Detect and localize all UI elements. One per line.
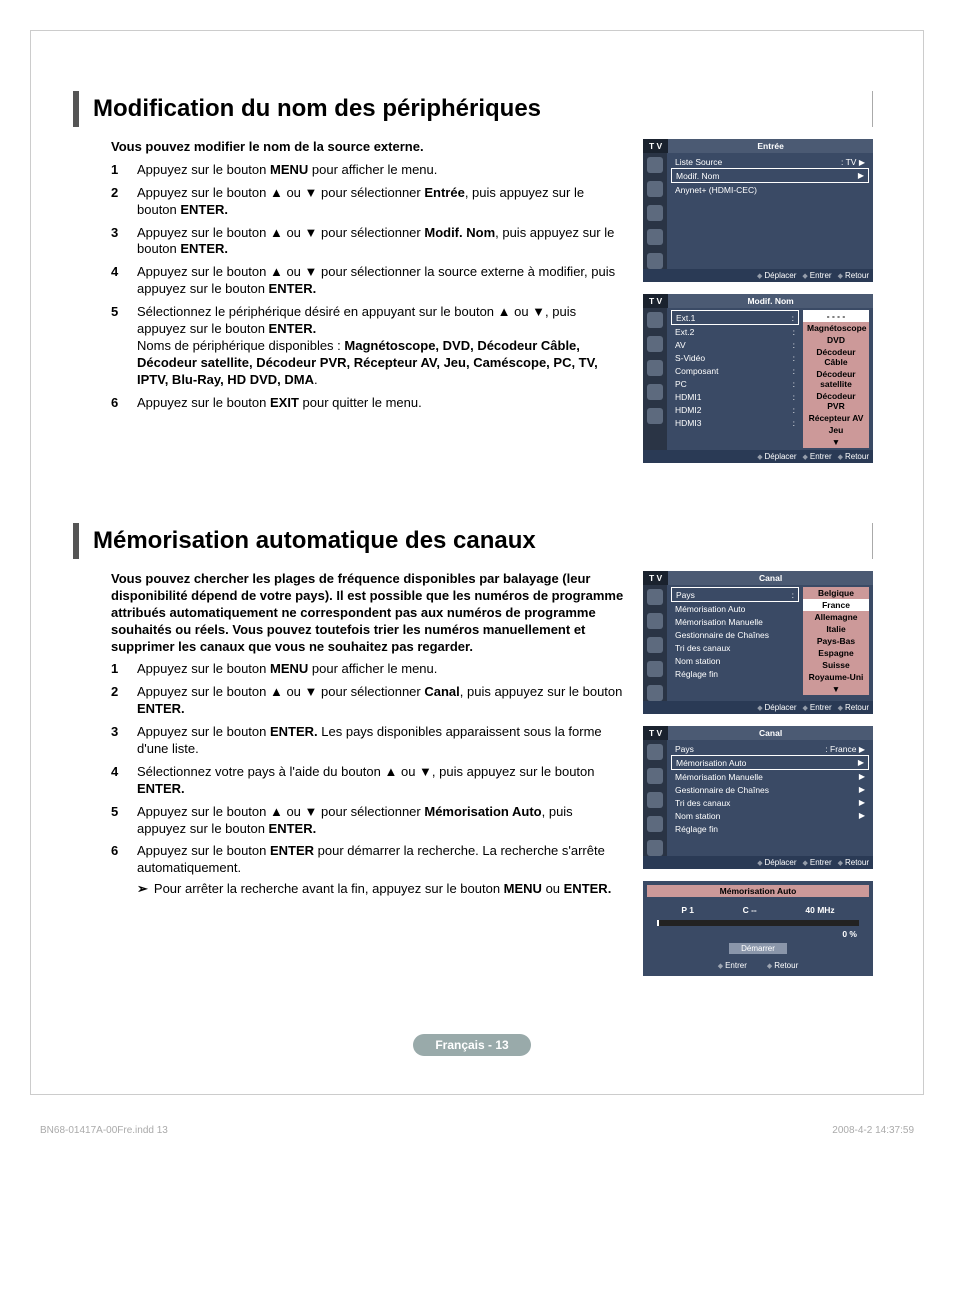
footer-enter: Entrer — [802, 271, 831, 280]
page-badge: Français - 13 — [71, 1036, 873, 1054]
text-column: Vous pouvez modifier le nom de la source… — [71, 139, 625, 463]
section-device-name: Modification du nom des périphériques Vo… — [71, 91, 873, 463]
note-arrow: ➢Pour arrêter la recherche avant la fin,… — [137, 881, 625, 898]
intro: Vous pouvez modifier le nom de la source… — [111, 139, 625, 156]
footer-move: Déplacer — [757, 271, 796, 280]
progress-bar — [657, 920, 859, 926]
footer-return: Retour — [838, 271, 869, 280]
section-auto-memorize: Mémorisation automatique des canaux Vous… — [71, 523, 873, 976]
osd-entree: T VEntrée Liste Source: TV ▶ Modif. Nom▶… — [643, 139, 873, 282]
osd-auto-memorize: Mémorisation Auto P 1C --40 MHz 0 % Déma… — [643, 881, 873, 976]
tv-icon — [647, 157, 663, 173]
osd-modif-nom: T VModif. Nom Ext.1: Ext.2: AV: S-Vidéo:… — [643, 294, 873, 463]
osd-canal-menu: T VCanal Pays: France ▶ Mémorisation Aut… — [643, 726, 873, 869]
osd-canal-countries: T VCanal Pays: Mémorisation Auto Mémoris… — [643, 571, 873, 714]
steps-list: 1Appuyez sur le bouton MENU pour affiche… — [111, 661, 625, 898]
print-footer: BN68-01417A-00Fre.indd 13 2008-4-2 14:37… — [40, 1125, 914, 1136]
intro: Vous pouvez chercher les plages de fréqu… — [111, 571, 625, 655]
steps-list: 1Appuyez sur le bouton MENU pour affiche… — [111, 162, 625, 412]
section-title: Mémorisation automatique des canaux — [79, 523, 550, 559]
start-button: Démarrer — [729, 943, 787, 954]
section-title: Modification du nom des périphériques — [79, 91, 555, 127]
